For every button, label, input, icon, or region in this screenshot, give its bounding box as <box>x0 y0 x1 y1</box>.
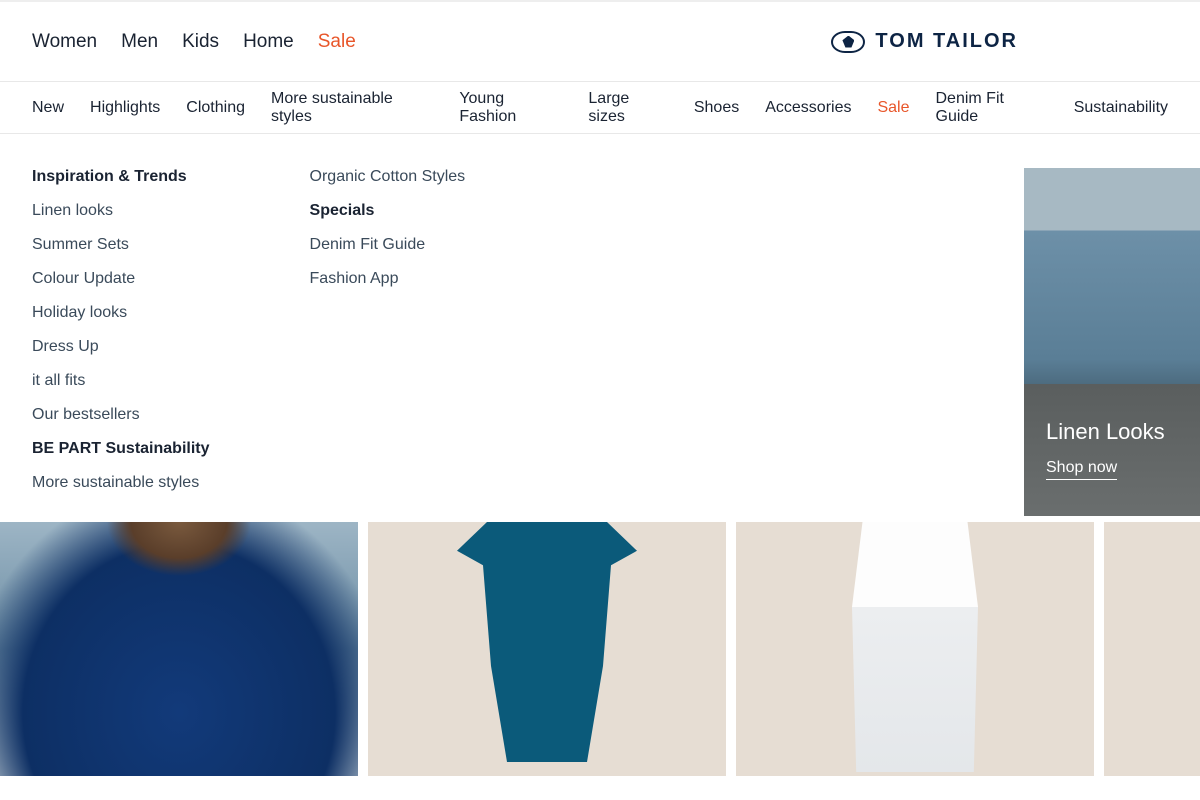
secnav-sustainable[interactable]: More sustainable styles <box>271 90 433 126</box>
mega-link-colour-update[interactable]: Colour Update <box>32 270 210 288</box>
secnav-new[interactable]: New <box>32 99 64 117</box>
secnav-young-fashion[interactable]: Young Fashion <box>459 90 562 126</box>
brand-logo-icon <box>831 31 865 53</box>
mega-heading-specials: Specials <box>310 202 466 220</box>
product-card-2[interactable] <box>368 522 726 776</box>
primary-tab-women[interactable]: Women <box>32 31 97 53</box>
hero-cta[interactable]: Shop now <box>1046 459 1117 480</box>
mega-col-specials: Organic Cotton Styles Specials Denim Fit… <box>310 168 466 492</box>
brand-logo-text: TOM TAILOR <box>875 30 1018 53</box>
product-image-icon <box>810 522 1020 772</box>
mega-link-denim-fit-guide[interactable]: Denim Fit Guide <box>310 236 466 254</box>
hero-promo[interactable]: Linen Looks Shop now <box>1024 168 1200 516</box>
primary-tab-kids[interactable]: Kids <box>182 31 219 53</box>
mega-link-fashion-app[interactable]: Fashion App <box>310 270 466 288</box>
secnav-clothing[interactable]: Clothing <box>186 99 245 117</box>
secondary-nav: New Highlights Clothing More sustainable… <box>0 82 1200 134</box>
primary-nav: Women Men Kids Home Sale TOM TAILOR <box>0 2 1200 82</box>
secnav-shoes[interactable]: Shoes <box>694 99 739 117</box>
product-card-1[interactable] <box>0 522 358 776</box>
secnav-accessories[interactable]: Accessories <box>765 99 851 117</box>
mega-link-linen-looks[interactable]: Linen looks <box>32 202 210 220</box>
mega-link-dress-up[interactable]: Dress Up <box>32 338 210 356</box>
mega-link-summer-sets[interactable]: Summer Sets <box>32 236 210 254</box>
mega-link-it-all-fits[interactable]: it all fits <box>32 372 210 390</box>
primary-tab-home[interactable]: Home <box>243 31 294 53</box>
mega-heading-inspiration: Inspiration & Trends <box>32 168 210 186</box>
primary-tab-men[interactable]: Men <box>121 31 158 53</box>
product-row <box>0 522 1200 776</box>
primary-tab-sale[interactable]: Sale <box>318 31 356 53</box>
mega-menu: Inspiration & Trends Linen looks Summer … <box>0 134 1200 522</box>
mega-link-holiday-looks[interactable]: Holiday looks <box>32 304 210 322</box>
secnav-sale[interactable]: Sale <box>877 99 909 117</box>
mega-heading-bepart: BE PART Sustainability <box>32 440 210 458</box>
mega-link-bestsellers[interactable]: Our bestsellers <box>32 406 210 424</box>
secnav-highlights[interactable]: Highlights <box>90 99 160 117</box>
brand-logo[interactable]: TOM TAILOR <box>831 30 1018 53</box>
hero-title: Linen Looks <box>1046 419 1200 445</box>
product-card-4[interactable] <box>1104 522 1200 776</box>
secnav-sustainability[interactable]: Sustainability <box>1074 99 1168 117</box>
mega-link-organic-cotton[interactable]: Organic Cotton Styles <box>310 168 466 186</box>
primary-tabs: Women Men Kids Home Sale <box>32 31 356 53</box>
product-image-icon <box>447 522 647 762</box>
mega-link-more-sustainable[interactable]: More sustainable styles <box>32 474 210 492</box>
secnav-denim-fit-guide[interactable]: Denim Fit Guide <box>936 90 1048 126</box>
secnav-large-sizes[interactable]: Large sizes <box>588 90 667 126</box>
mega-col-inspiration: Inspiration & Trends Linen looks Summer … <box>32 168 210 492</box>
product-card-3[interactable] <box>736 522 1094 776</box>
